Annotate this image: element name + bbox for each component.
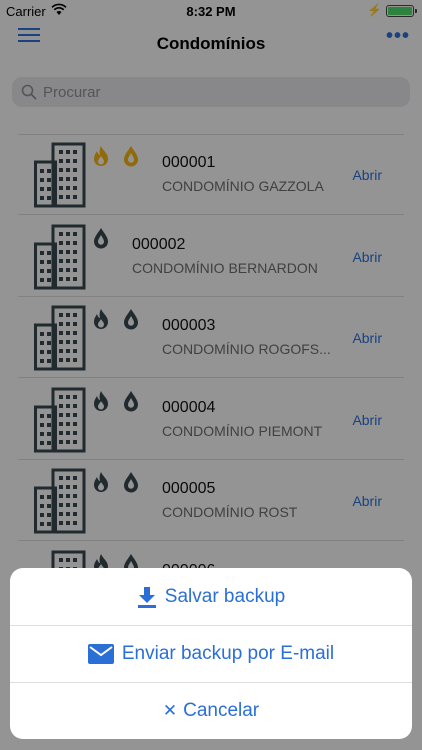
save-backup-button[interactable]: Salvar backup: [10, 568, 412, 625]
email-backup-button[interactable]: Enviar backup por E-mail: [10, 625, 412, 682]
download-icon: [137, 586, 156, 608]
close-icon: ✕: [162, 701, 178, 720]
mail-icon: [87, 644, 114, 664]
save-backup-label: Salvar backup: [164, 585, 286, 607]
action-sheet: Salvar backup Enviar backup por E-mail ✕…: [10, 568, 412, 739]
cancel-button[interactable]: ✕ Cancelar: [10, 682, 412, 739]
cancel-label: Cancelar: [183, 700, 260, 721]
email-backup-label: Enviar backup por E-mail: [121, 643, 335, 664]
